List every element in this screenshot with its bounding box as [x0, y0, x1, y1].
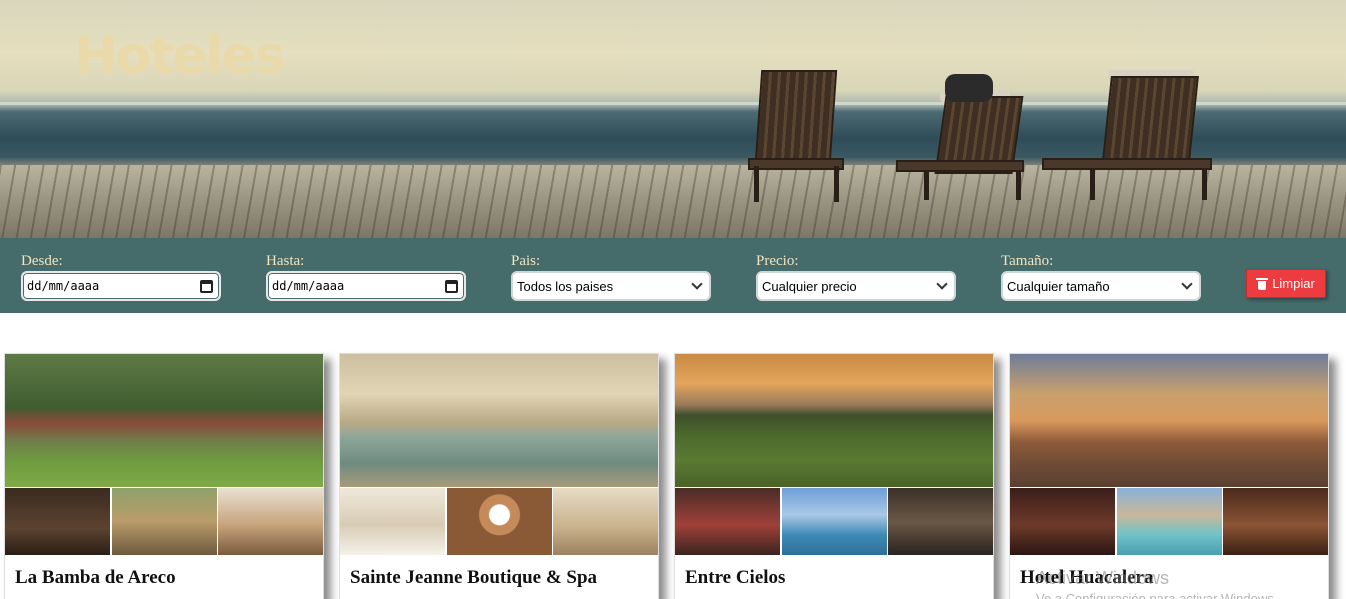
lounge-chair-middle: [890, 86, 1030, 204]
hotel-thumbnail[interactable]: [1010, 488, 1115, 555]
hotel-thumbnail[interactable]: [675, 488, 780, 555]
pais-select[interactable]: Todos los paises: [511, 271, 711, 301]
lounge-chair-left: [738, 70, 848, 205]
hasta-date-input[interactable]: dd/mm/aaaa: [266, 271, 466, 301]
calendar-icon[interactable]: [445, 279, 458, 293]
clear-filters-button[interactable]: Limpiar: [1246, 269, 1326, 298]
page-title: Hoteles: [74, 26, 285, 86]
hotel-thumbnail[interactable]: [218, 488, 323, 555]
hasta-placeholder: dd/mm/aaaa: [272, 279, 345, 293]
pais-selected-value: Todos los paises: [517, 278, 614, 294]
filter-desde: Desde: dd/mm/aaaa: [21, 253, 221, 301]
calendar-icon[interactable]: [200, 279, 213, 293]
hotel-main-image[interactable]: [1010, 354, 1328, 487]
person-on-chair: [945, 74, 993, 102]
hotel-name[interactable]: Entre Cielos: [685, 567, 785, 589]
hotel-card[interactable]: Entre Cielos: [674, 353, 994, 599]
hotel-main-image[interactable]: [5, 354, 323, 487]
pais-label: Pais:: [511, 253, 541, 269]
hotel-thumbnail[interactable]: [5, 488, 110, 555]
filter-tamano: Tamaño: Cualquier tamaño: [1001, 253, 1201, 301]
chevron-down-icon: [936, 278, 948, 290]
tamano-label: Tamaño:: [1001, 253, 1054, 269]
lounge-chair-right: [1040, 70, 1215, 202]
clear-button-label: Limpiar: [1272, 276, 1315, 291]
chevron-down-icon: [1181, 278, 1193, 290]
hotel-card[interactable]: La Bamba de Areco: [4, 353, 324, 599]
desde-label: Desde:: [21, 253, 63, 269]
filter-hasta: Hasta: dd/mm/aaaa: [266, 253, 466, 301]
precio-label: Precio:: [756, 253, 799, 269]
hotel-card[interactable]: Sainte Jeanne Boutique & Spa: [339, 353, 659, 599]
chevron-down-icon: [691, 278, 703, 290]
hotel-thumbnail[interactable]: [553, 488, 658, 555]
hotel-main-image[interactable]: [675, 354, 993, 487]
filter-pais: Pais: Todos los paises: [511, 253, 711, 301]
hotel-main-image[interactable]: [340, 354, 658, 487]
activation-watermark-subtext: Ve a Configuración para activar Windows.: [1036, 591, 1278, 599]
hasta-label: Hasta:: [266, 253, 305, 269]
hotel-thumbnail[interactable]: [1223, 488, 1328, 555]
precio-selected-value: Cualquier precio: [762, 278, 857, 294]
hero-banner: Hoteles: [0, 0, 1346, 238]
hotel-thumbnail[interactable]: [888, 488, 993, 555]
hotel-thumbnail[interactable]: [782, 488, 887, 555]
tamano-select[interactable]: Cualquier tamaño: [1001, 271, 1201, 301]
trash-icon: [1256, 277, 1269, 290]
desde-date-input[interactable]: dd/mm/aaaa: [21, 271, 221, 301]
precio-select[interactable]: Cualquier precio: [756, 271, 956, 301]
hotel-name[interactable]: Sainte Jeanne Boutique & Spa: [350, 567, 597, 589]
hotel-thumbnail[interactable]: [1117, 488, 1222, 555]
hotel-thumbnail[interactable]: [112, 488, 217, 555]
hotel-card[interactable]: Hotel Huacalera: [1009, 353, 1329, 599]
desde-placeholder: dd/mm/aaaa: [27, 279, 100, 293]
hotel-name[interactable]: La Bamba de Areco: [15, 567, 176, 589]
activation-watermark: Activar Windows: [1036, 568, 1170, 588]
filter-bar: Desde: dd/mm/aaaa Hasta: dd/mm/aaaa Pais…: [0, 238, 1346, 313]
tamano-selected-value: Cualquier tamaño: [1007, 278, 1110, 294]
hotel-thumbnail[interactable]: [447, 488, 552, 555]
hotel-thumbnail[interactable]: [340, 488, 445, 555]
filter-precio: Precio: Cualquier precio: [756, 253, 956, 301]
